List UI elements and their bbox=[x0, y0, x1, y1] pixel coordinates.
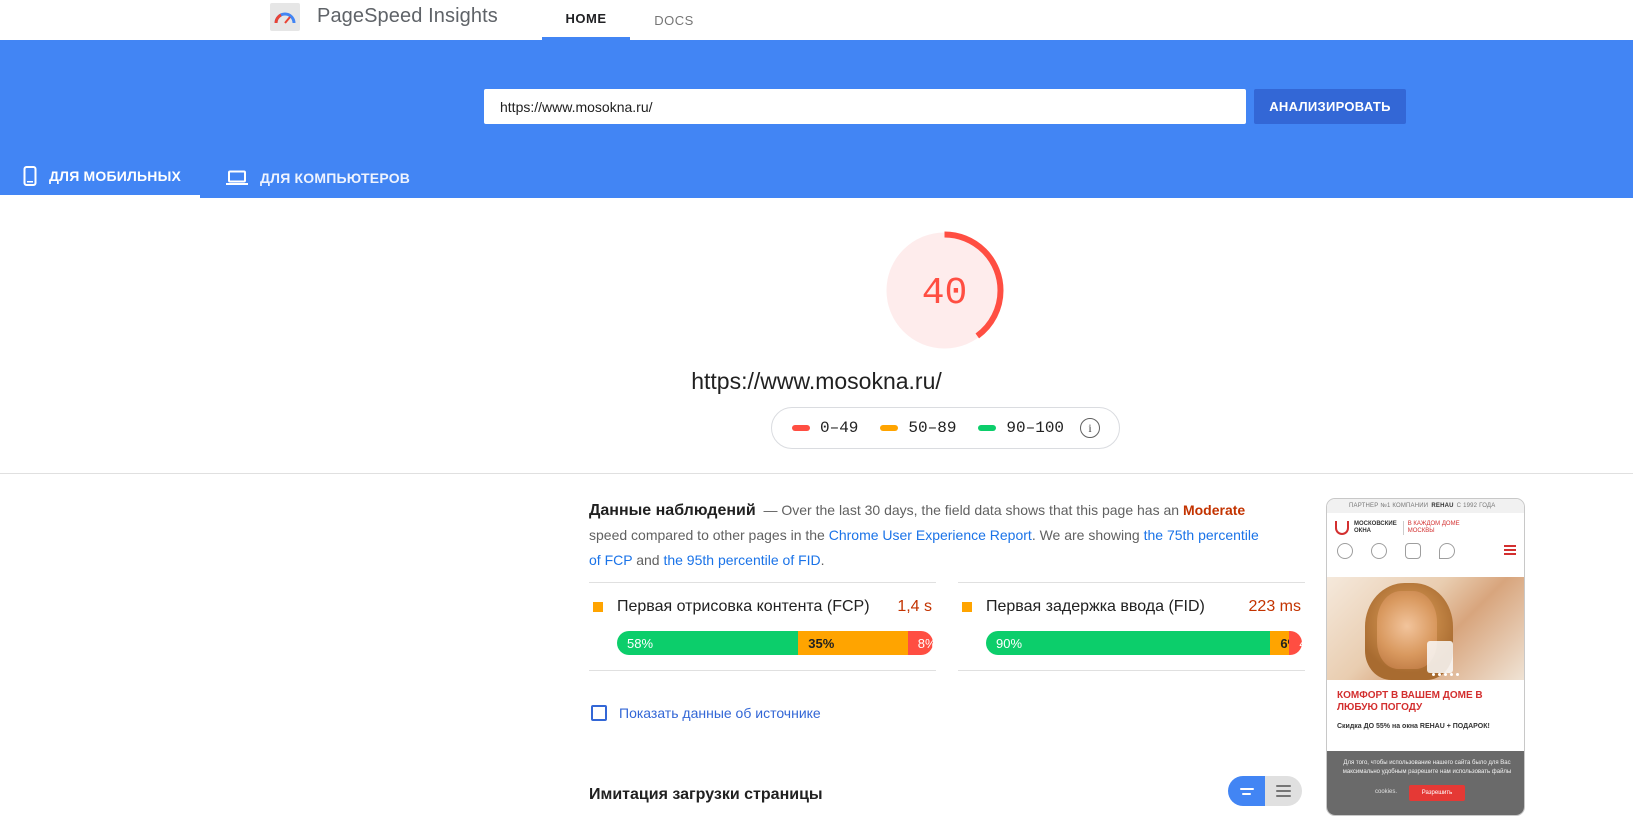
phone-promo: Скидка ДО 55% на окна REHAU + ПОДАРОК! bbox=[1337, 723, 1490, 730]
view-toggle[interactable] bbox=[1228, 776, 1302, 806]
show-origin-checkbox[interactable] bbox=[591, 705, 607, 721]
phone-topline: ПАРТНЕР №1 КОМПАНИИ REHAU С 1992 ГОДА bbox=[1327, 499, 1524, 513]
legend-label-good: 90–100 bbox=[1006, 419, 1065, 437]
metric-fid: Первая задержка ввода (FID) 223 ms 90% 6… bbox=[958, 582, 1305, 671]
smartphone-icon bbox=[23, 166, 37, 186]
fcp-bar-average: 35% bbox=[798, 631, 908, 655]
field-data-dash: — bbox=[763, 502, 778, 518]
legend-item-average: 50–89 bbox=[880, 419, 956, 437]
metric-fid-name: Первая задержка ввода (FID) bbox=[986, 598, 1205, 615]
metric-fcp-name: Первая отрисовка контента (FCP) bbox=[617, 598, 870, 615]
field-data-text-4: and bbox=[636, 552, 660, 568]
field-data-text-5: . bbox=[820, 552, 825, 568]
tab-desktop-label: ДЛЯ КОМПЬЮТЕРОВ bbox=[260, 169, 411, 186]
show-origin-label[interactable]: Показать данные об источнике bbox=[619, 705, 821, 721]
field-data-summary: Данные наблюдений — Over the last 30 day… bbox=[589, 498, 1261, 573]
tab-mobile[interactable]: ДЛЯ МОБИЛЬНЫХ bbox=[0, 157, 200, 198]
info-icon[interactable]: i bbox=[1080, 418, 1101, 438]
score-value: 40 bbox=[922, 272, 968, 315]
site-logo-icon bbox=[1335, 521, 1349, 535]
url-input[interactable] bbox=[484, 89, 1246, 124]
phone-cookie-text: Для того, чтобы использование нашего сай… bbox=[1342, 760, 1512, 775]
field-data-title: Данные наблюдений bbox=[589, 502, 756, 519]
section-divider bbox=[0, 473, 1633, 474]
field-data-text-2: speed compared to other pages in the bbox=[589, 527, 825, 543]
legend-label-poor: 0–49 bbox=[820, 419, 859, 437]
metric-fid-distribution-bar: 90% 6% 4% bbox=[986, 631, 1302, 655]
show-origin-toggle[interactable]: Показать данные об источнике bbox=[591, 705, 821, 721]
crux-report-link[interactable]: Chrome User Experience Report bbox=[829, 527, 1032, 543]
slider-dots bbox=[1432, 673, 1459, 676]
average-square-icon bbox=[962, 602, 972, 612]
phone-cookie-button: Разрешить bbox=[1409, 785, 1465, 801]
lab-data-title: Имитация загрузки страницы bbox=[589, 786, 823, 803]
phone-top-brand: REHAU bbox=[1431, 503, 1454, 509]
view-toggle-compact[interactable] bbox=[1228, 776, 1265, 806]
laptop-icon bbox=[226, 170, 248, 186]
field-data-rating: Moderate bbox=[1182, 502, 1246, 518]
field-data-text-1: Over the last 30 days, the field data sh… bbox=[781, 502, 1180, 518]
top-header: PageSpeed Insights HOME DOCS bbox=[0, 0, 1633, 40]
phone-top-text: ПАРТНЕР №1 КОМПАНИИ bbox=[1349, 503, 1429, 509]
legend-dash-green bbox=[978, 425, 997, 431]
page-screenshot-thumbnail: ПАРТНЕР №1 КОМПАНИИ REHAU С 1992 ГОДА МО… bbox=[1326, 498, 1525, 816]
legend-item-good: 90–100 bbox=[978, 419, 1064, 437]
location-pin-icon bbox=[1439, 543, 1455, 559]
phone-slogan-1: В КАЖДОМ ДОМЕ bbox=[1407, 521, 1460, 527]
field-data-text-3: . We are showing bbox=[1031, 527, 1140, 543]
phone-slogan-2: МОСКВЫ bbox=[1407, 528, 1435, 534]
analyze-button[interactable]: АНАЛИЗИРОВАТЬ bbox=[1254, 89, 1406, 124]
tab-mobile-label: ДЛЯ МОБИЛЬНЫХ bbox=[49, 168, 182, 184]
phone-cookie-link: cookies. bbox=[1375, 789, 1398, 795]
app-title[interactable]: PageSpeed Insights bbox=[317, 5, 498, 28]
phone-callback-icon bbox=[1371, 543, 1387, 559]
phone-brand: МОСКОВСКИЕ ОКНА В КАЖДОМ ДОМЕ МОСКВЫ bbox=[1335, 521, 1460, 535]
fid-bar-slow: 4% bbox=[1289, 631, 1302, 655]
nav-tab-docs[interactable]: DOCS bbox=[644, 0, 704, 40]
tab-desktop[interactable]: ДЛЯ КОМПЬЮТЕРОВ bbox=[226, 157, 416, 198]
fid-bar-average: 6% bbox=[1270, 631, 1299, 655]
metric-fcp: Первая отрисовка контента (FCP) 1,4 s 58… bbox=[589, 582, 936, 671]
tested-url: https://www.mosokna.ru/ bbox=[691, 368, 942, 394]
phone-brand-name-2: ОКНА bbox=[1354, 528, 1371, 534]
performance-score-gauge: 40 bbox=[882, 228, 1007, 353]
fid-bar-fast: 90% bbox=[986, 631, 1271, 655]
phone-brand-name-1: МОСКОВСКИЕ bbox=[1354, 521, 1397, 527]
phone-headline: КОМФОРТ В ВАШЕМ ДОМЕ В ЛЮБУЮ ПОГОДУ bbox=[1337, 690, 1483, 713]
legend-dash-red bbox=[792, 425, 810, 431]
legend-dash-orange bbox=[880, 425, 899, 431]
legend-item-poor: 0–49 bbox=[792, 419, 858, 437]
metric-fcp-value: 1,4 s bbox=[897, 598, 932, 615]
metric-fcp-distribution-bar: 58% 35% 8% bbox=[617, 631, 933, 655]
pagespeed-logo-icon[interactable] bbox=[270, 3, 300, 31]
phone-call-icon bbox=[1337, 543, 1353, 559]
fcp-bar-slow: 8% bbox=[907, 631, 933, 655]
hamburger-menu-icon bbox=[1504, 545, 1516, 555]
phone-top-since: С 1992 ГОДА bbox=[1456, 503, 1496, 509]
metric-fid-value: 223 ms bbox=[1248, 598, 1301, 615]
score-legend: 0–49 50–89 90–100 i bbox=[771, 407, 1120, 449]
legend-label-average: 50–89 bbox=[908, 419, 957, 437]
phone-hero-image bbox=[1327, 577, 1524, 680]
fid-percentile-link[interactable]: the 95th percentile of FID bbox=[663, 552, 820, 568]
calculator-icon bbox=[1405, 543, 1421, 559]
phone-cookie-banner: Для того, чтобы использование нашего сай… bbox=[1327, 751, 1524, 815]
average-square-icon bbox=[593, 602, 603, 612]
search-band: АНАЛИЗИРОВАТЬ ДЛЯ МОБИЛЬНЫХ ДЛЯ КОМПЬЮТЕ… bbox=[0, 40, 1633, 198]
view-toggle-list[interactable] bbox=[1265, 776, 1302, 806]
fcp-bar-fast: 58% bbox=[617, 631, 799, 655]
nav-tab-home[interactable]: HOME bbox=[542, 0, 630, 40]
